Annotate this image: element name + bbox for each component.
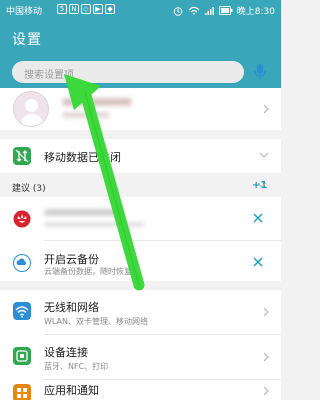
notification-app-icon: ◇: [81, 4, 91, 14]
mobile-data-label: 移动数据已关闭: [44, 151, 121, 164]
chevron-down-icon[interactable]: [257, 182, 267, 188]
search-input[interactable]: 搜索设置项: [12, 61, 244, 83]
settings-item-wireless[interactable]: 无线和网络 WLAN、双卡管理、移动网络: [0, 290, 281, 334]
notification-icons: 5 N ◇ ▶ ◆: [57, 4, 115, 14]
mobile-data-card[interactable]: 移动数据已关闭: [0, 139, 281, 173]
suggestion-title-redacted: [44, 209, 122, 216]
alarm-icon: [173, 6, 183, 16]
carrier-label: 中国移动: [6, 7, 43, 17]
search-placeholder: 搜索设置项: [24, 70, 74, 81]
apps-notifications-icon: [13, 384, 31, 400]
notification-app-icon: 5: [57, 4, 67, 14]
account-card[interactable]: [0, 88, 281, 130]
suggestions-card: 开启云备份 云端备份数据，随时恢复: [0, 197, 281, 281]
status-bar: 中国移动 5 N ◇ ▶ ◆ 晚上8:30: [0, 0, 281, 20]
mobile-data-icon: [13, 147, 31, 165]
settings-list: 无线和网络 WLAN、双卡管理、移动网络 设备连接 蓝牙、NFC、打印 应用和通…: [0, 290, 281, 400]
wifi-network-icon: [13, 302, 31, 320]
chevron-down-icon[interactable]: [259, 152, 269, 158]
suggestions-label: 建议 (3): [12, 184, 46, 194]
chevron-right-icon: [263, 352, 269, 362]
account-subtitle-redacted: [62, 112, 110, 118]
suggestion-title[interactable]: 开启云备份: [44, 251, 99, 267]
huawei-logo-icon: [13, 210, 31, 228]
dismiss-icon[interactable]: [253, 213, 263, 223]
settings-item-apps-notifications[interactable]: 应用和通知: [0, 380, 281, 400]
status-right: 晚上8:30: [172, 4, 275, 17]
chevron-right-icon: [263, 386, 269, 396]
notification-app-icon: N: [69, 4, 79, 14]
account-name-redacted: [62, 98, 132, 106]
settings-item-device-connection[interactable]: 设备连接 蓝牙、NFC、打印: [0, 335, 281, 379]
device-connect-icon: [13, 347, 31, 365]
chevron-right-icon: [263, 307, 269, 317]
settings-item-subtitle: 蓝牙、NFC、打印: [44, 362, 109, 371]
settings-item-subtitle: WLAN、双卡管理、移动网络: [44, 317, 149, 326]
settings-item-title: 无线和网络: [44, 301, 99, 314]
notification-app-icon: ◆: [105, 4, 115, 14]
cloud-backup-icon: [13, 254, 31, 272]
suggestions-header[interactable]: 建议 (3) +1: [0, 177, 281, 195]
microphone-icon[interactable]: [253, 63, 267, 81]
battery-icon: [218, 6, 233, 15]
chevron-right-icon: [263, 104, 269, 114]
suggestion-subtitle-redacted: [44, 222, 144, 227]
settings-item-title: 设备连接: [44, 346, 88, 359]
clock-label: 晚上8:30: [236, 7, 275, 17]
page-title: 设置: [12, 32, 42, 48]
user-avatar-icon: [13, 91, 49, 127]
settings-item-title: 应用和通知: [44, 384, 99, 397]
divider: [44, 240, 281, 241]
notification-app-icon: ▶: [93, 4, 103, 14]
signal-icon: [204, 6, 214, 15]
dismiss-icon[interactable]: [253, 257, 263, 267]
wifi-icon: [188, 6, 200, 14]
suggestion-subtitle: 云端备份数据，随时恢复: [44, 267, 132, 276]
